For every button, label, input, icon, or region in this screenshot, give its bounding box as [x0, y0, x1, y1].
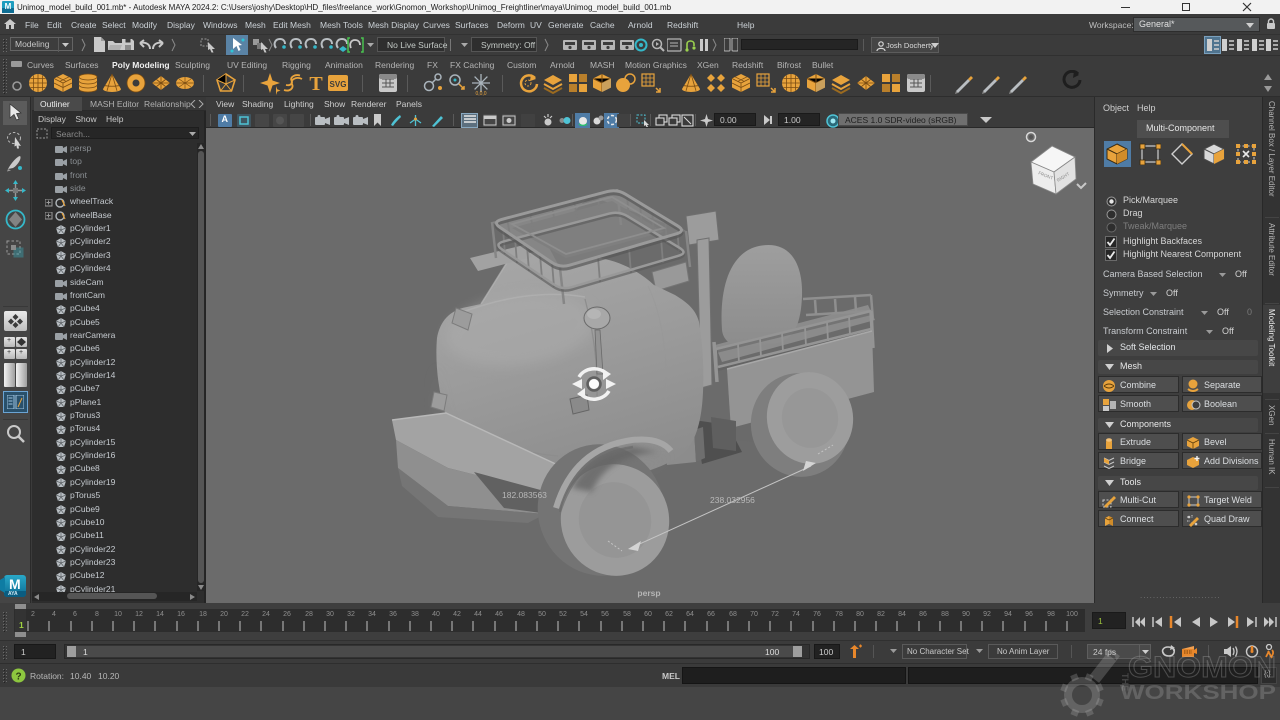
svg-text:?: ?: [15, 672, 21, 683]
svg-text:persp: persp: [637, 588, 660, 598]
svg-text:182.083563: 182.083563: [502, 490, 547, 500]
svg-text:T: T: [309, 73, 323, 95]
svg-text:WORKSHOP: WORKSHOP: [1120, 682, 1276, 704]
svg-text:238.032956: 238.032956: [710, 495, 755, 505]
svg-text:M: M: [5, 2, 12, 11]
svg-text:GNOMON: GNOMON: [1128, 651, 1276, 684]
svg-text:0,0,0: 0,0,0: [475, 91, 486, 96]
svg-text:SVG: SVG: [330, 80, 347, 89]
